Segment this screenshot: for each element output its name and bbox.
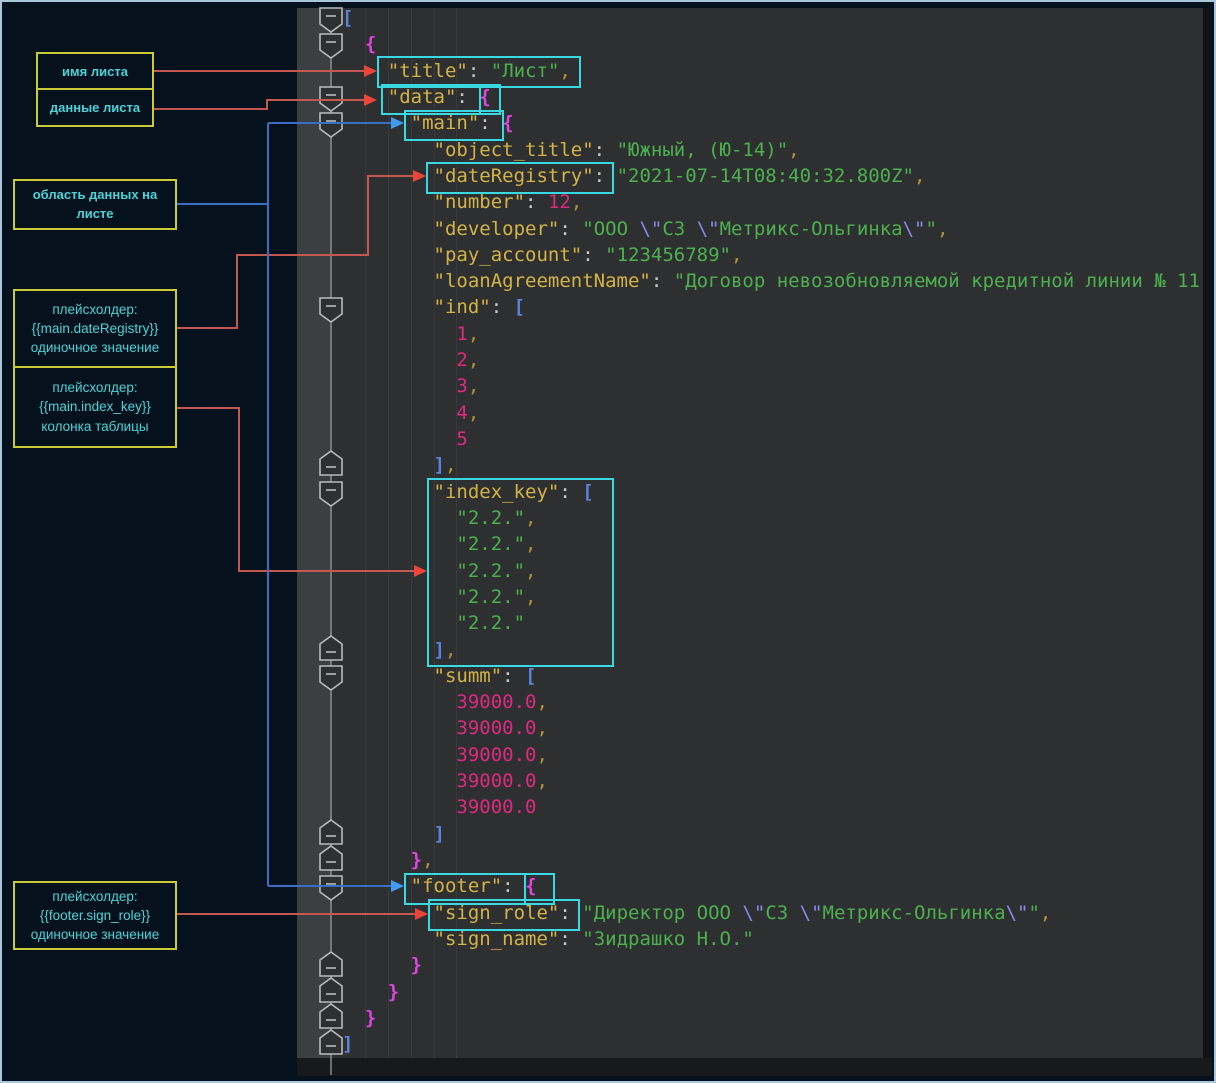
code-line: 39000.0,: [342, 768, 1200, 794]
code-line: {: [342, 31, 1200, 57]
highlight-box-signrole: [428, 899, 580, 931]
code-line: }: [342, 952, 1200, 978]
code-line: "ind": [: [342, 294, 1200, 320]
code-line: "loanAgreementName": "Договор невозобнов…: [342, 268, 1200, 294]
editor-bottom-strip: [297, 1058, 1212, 1076]
vertical-scrollbar-track[interactable]: [1203, 8, 1212, 1058]
fold-gutter: [297, 8, 332, 1058]
callout-placeholder-dateregistry: плейсхолдер: {{main.dateRegistry}} одино…: [13, 289, 177, 368]
code-line: ],: [342, 452, 1200, 478]
highlight-box-dateregistry: [426, 162, 614, 194]
callout-placeholder-signrole: плейсхолдер: {{footer.sign_role}} одиноч…: [13, 881, 177, 950]
highlight-box-main: [404, 110, 504, 141]
code-line: 39000.0: [342, 794, 1200, 820]
code-line: 1,: [342, 321, 1200, 347]
code-line: 39000.0,: [342, 742, 1200, 768]
code-line: }: [342, 1005, 1200, 1031]
callout-sheet-name: имя листа: [36, 52, 154, 90]
callout-data-area: область данных на листе: [13, 179, 177, 230]
code-line: 2,: [342, 347, 1200, 373]
code-line: [: [342, 8, 1200, 31]
code-line: ]: [342, 1031, 1200, 1057]
callout-sheet-data: данные листа: [36, 88, 154, 127]
code-line: ]: [342, 821, 1200, 847]
code-line: 5: [342, 426, 1200, 452]
code-line: 3,: [342, 373, 1200, 399]
code-line: 4,: [342, 400, 1200, 426]
screenshot-page: [ { "title": "Лист", "data": { "main": {…: [0, 0, 1216, 1083]
highlight-box-indexkey: [427, 478, 614, 667]
callout-placeholder-indexkey: плейсхолдер: {{main.index_key}} колонка …: [13, 366, 177, 448]
code-line: "pay_account": "123456789",: [342, 242, 1200, 268]
code-line: "developer": "ООО \"СЗ \"Метрикс-Ольгинк…: [342, 216, 1200, 242]
code-line: },: [342, 847, 1200, 873]
code-line: 39000.0,: [342, 689, 1200, 715]
code-line: 39000.0,: [342, 715, 1200, 741]
code-line: }: [342, 979, 1200, 1005]
